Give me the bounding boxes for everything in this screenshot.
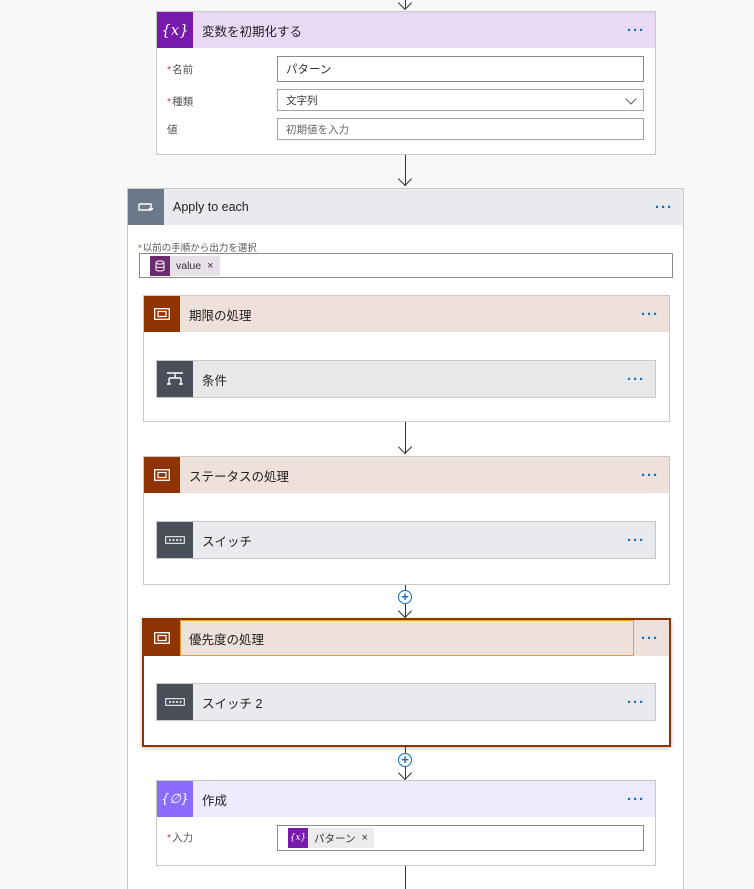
switch-2-action[interactable]: スイッチ 2 ··· [156, 683, 656, 721]
remove-token-button[interactable]: × [361, 832, 367, 844]
more-options-button[interactable]: ··· [627, 522, 645, 558]
arrow-head-icon [397, 0, 413, 11]
scope-status-title: ステータスの処理 [189, 469, 290, 484]
compose-card: {∅} 作成 ··· *入力 {x} パターン × [156, 780, 656, 866]
add-step-button[interactable]: + [398, 590, 412, 604]
switch-icon [157, 684, 193, 720]
compose-title: 作成 [202, 793, 228, 808]
compose-input[interactable]: {x} パターン × [277, 825, 644, 851]
pattern-token[interactable]: {x} パターン × [288, 828, 374, 848]
select-output-input[interactable]: value × [139, 253, 673, 278]
variable-icon: {x} [157, 12, 193, 48]
scope-icon [144, 457, 180, 493]
init-variable-title: 変数を初期化する [202, 24, 303, 39]
condition-title: 条件 [202, 373, 228, 388]
type-dropdown[interactable]: 文字列 [277, 89, 644, 111]
more-options-button[interactable]: ··· [627, 12, 645, 48]
variable-icon: {x} [288, 828, 308, 848]
more-options-button[interactable]: ··· [641, 296, 659, 332]
apply-to-each-header[interactable]: Apply to each ··· [128, 189, 683, 225]
database-icon [150, 255, 170, 276]
value-token[interactable]: value × [150, 255, 220, 276]
type-label: *種類 [167, 96, 194, 108]
switch-action[interactable]: スイッチ ··· [156, 521, 656, 559]
select-output-label: *以前の手順から出力を選択 [138, 243, 257, 254]
scope-priority-card: 優先度の処理 ··· スイッチ 2 ··· [142, 618, 671, 747]
add-step-button[interactable]: + [398, 753, 412, 767]
more-options-button[interactable]: ··· [655, 189, 673, 225]
scope-icon [144, 296, 180, 332]
apply-to-each-title: Apply to each [173, 200, 249, 214]
chevron-down-icon [625, 93, 637, 105]
scope-deadline-title: 期限の処理 [189, 308, 252, 323]
more-options-button[interactable]: ··· [627, 781, 645, 817]
switch-title: スイッチ [202, 534, 253, 549]
compose-header[interactable]: {∅} 作成 ··· [157, 781, 655, 817]
more-options-button[interactable]: ··· [627, 361, 645, 397]
condition-icon [157, 361, 193, 397]
scope-priority-header[interactable]: 優先度の処理 ··· [144, 620, 669, 656]
condition-action[interactable]: 条件 ··· [156, 360, 656, 398]
scope-status-header[interactable]: ステータスの処理 ··· [144, 457, 669, 493]
more-options-button[interactable]: ··· [641, 457, 659, 493]
switch-icon [157, 522, 193, 558]
title-focus-outline [180, 620, 634, 656]
scope-status-card: ステータスの処理 ··· スイッチ ··· [143, 456, 670, 585]
arrow-head-icon [397, 171, 413, 187]
scope-deadline-card: 期限の処理 ··· 条件 ··· [143, 295, 670, 422]
switch-2-title: スイッチ 2 [202, 696, 263, 711]
name-label: *名前 [167, 64, 194, 76]
scope-deadline-header[interactable]: 期限の処理 ··· [144, 296, 669, 332]
input-label: *入力 [167, 832, 194, 844]
loop-icon [128, 189, 164, 225]
more-options-button[interactable]: ··· [641, 620, 659, 656]
scope-icon [144, 620, 180, 656]
value-token-label: value [176, 259, 202, 272]
value-label: 値 [167, 124, 178, 136]
name-input[interactable]: パターン [277, 56, 644, 82]
pattern-token-label: パターン [314, 832, 356, 845]
remove-token-button[interactable]: × [207, 260, 213, 272]
init-variable-header[interactable]: {x} 変数を初期化する ··· [157, 12, 655, 48]
more-options-button[interactable]: ··· [627, 684, 645, 720]
compose-icon: {∅} [157, 781, 193, 817]
init-variable-card: {x} 変数を初期化する ··· *名前 パターン *種類 文字列 値 初期値を… [156, 11, 656, 155]
connector-arrow [405, 866, 406, 889]
value-input[interactable]: 初期値を入力 [277, 118, 644, 140]
